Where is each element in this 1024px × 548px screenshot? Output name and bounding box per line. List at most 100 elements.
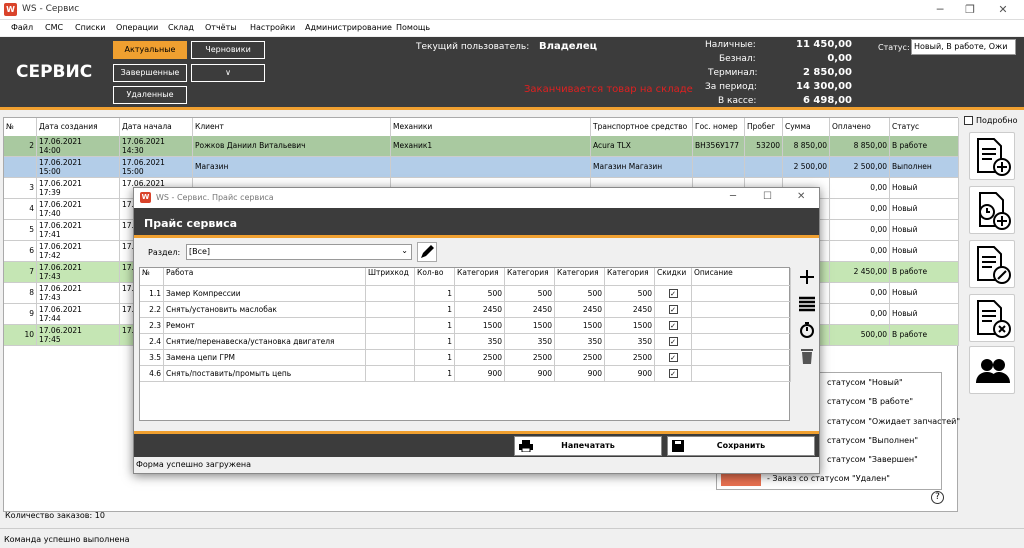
users-icon [976,359,1010,383]
cell-n: 3 [4,178,37,199]
menu-reports[interactable]: Отчёты [205,23,237,32]
table-row[interactable]: 17.06.2021 15:00 17.06.2021 15:00 Магазин Маг… [4,157,959,178]
cell-paid: 0,00 [830,283,890,304]
menu-file[interactable]: Файл [11,23,33,32]
cell-mileage [745,157,783,178]
column-header[interactable]: Дата начала [120,118,193,136]
time: 14:30 [122,146,144,155]
price-column-header[interactable]: Категория [505,268,555,286]
tab-completed[interactable]: Завершенные [113,64,187,82]
cell-vehicle: Магазин Магазин [591,157,693,178]
discount-checkbox[interactable]: ✓ [668,337,678,346]
menu-lists[interactable]: Списки [75,23,105,32]
time: 17:40 [39,209,61,218]
tab-deleted[interactable]: Удаленные [113,86,187,104]
add-price-item-button[interactable] [797,267,817,287]
discount-checkbox[interactable]: ✓ [668,289,678,298]
checkbox-box[interactable] [964,116,973,125]
price-column-header[interactable]: Кол-во [415,268,455,286]
dialog-maximize-icon[interactable]: ☐ [763,191,772,202]
price-cell-c4: 2500 [605,350,655,366]
menu-help[interactable]: Помощь [396,23,430,32]
column-header[interactable]: Гос. номер [693,118,745,136]
cell-status: В работе [890,136,959,157]
add-order-button[interactable] [969,132,1015,180]
tab-actual[interactable]: Актуальные [113,41,187,59]
timer-button[interactable] [797,320,817,340]
maximize-icon[interactable]: ❐ [955,2,985,18]
column-header[interactable]: Механики [391,118,591,136]
add-scheduled-order-button[interactable] [969,186,1015,234]
price-column-header[interactable]: Работа [164,268,366,286]
table-row[interactable]: 2 17.06.2021 14:00 17.06.2021 14:30 Рожков Да… [4,136,959,157]
menu-sms[interactable]: СМС [45,23,63,32]
column-header[interactable]: Клиент [193,118,391,136]
close-icon[interactable]: ✕ [988,2,1018,18]
price-cell-c1: 2450 [455,302,505,318]
discount-cell: ✓ [655,302,692,318]
column-header[interactable]: Статус [890,118,959,136]
help-icon[interactable]: ? [931,491,944,504]
current-user-label: Текущий пользователь: [416,42,530,52]
discount-checkbox[interactable]: ✓ [668,353,678,362]
column-header[interactable]: Пробег [745,118,783,136]
price-cell-n: 2.4 [140,334,164,350]
price-row[interactable]: 2.4 Снятие/перенавеска/установка двигател… [140,334,791,350]
price-column-header[interactable]: Категория [455,268,505,286]
price-table[interactable]: № Работа Штрихкод Кол-во Категория Категория К… [139,267,791,421]
price-cell-desc [692,286,791,302]
edit-section-button[interactable] [417,242,437,262]
clients-button[interactable] [969,346,1015,394]
time: 17:42 [39,251,61,260]
discount-checkbox[interactable]: ✓ [668,369,678,378]
price-column-header[interactable]: Описание [692,268,791,286]
price-column-header[interactable]: Категория [605,268,655,286]
discount-checkbox[interactable]: ✓ [668,305,678,314]
app-logo-icon: W [4,3,17,16]
section-select[interactable]: [Все] ⌄ [186,244,412,260]
price-row[interactable]: 3.5 Замена цепи ГРМ 1 2500 2500 2500 2500 ✓ [140,350,791,366]
details-checkbox[interactable]: Подробно [964,116,1017,125]
column-header[interactable]: № [4,118,37,136]
cell-status: Новый [890,178,959,199]
cell-status: Новый [890,304,959,325]
price-cell-c4: 2450 [605,302,655,318]
tab-drafts[interactable]: Черновики [191,41,265,59]
price-row[interactable]: 2.2 Снять/установить маслобак 1 2450 2450 245… [140,302,791,318]
cell-paid: 0,00 [830,304,890,325]
price-column-header[interactable]: Скидки [655,268,692,286]
price-cell-c2: 2500 [505,350,555,366]
price-row[interactable]: 1.1 Замер Компрессии 1 500 500 500 500 ✓ [140,286,791,302]
price-column-header[interactable]: Штрихкод [366,268,415,286]
window-title: WS - Сервис [22,4,80,14]
price-column-header[interactable]: № [140,268,164,286]
discount-checkbox[interactable]: ✓ [668,321,678,330]
column-header[interactable]: Транспортное средство [591,118,693,136]
column-header[interactable]: Оплачено [830,118,890,136]
edit-order-button[interactable] [969,240,1015,288]
price-row[interactable]: 4.6 Снять/поставить/промыть цепь 1 900 900 90… [140,366,791,382]
status-filter-select[interactable]: Новый, В работе, Ожи [911,39,1016,55]
column-header[interactable]: Дата создания [37,118,120,136]
delete-order-button[interactable] [969,294,1015,342]
dialog-close-icon[interactable]: ✕ [797,191,805,202]
menu-settings[interactable]: Настройки [250,23,295,32]
price-cell-work: Ремонт [164,318,366,334]
price-column-header[interactable]: Категория [555,268,605,286]
print-button[interactable]: Напечатать [514,436,662,456]
price-cell-desc [692,334,791,350]
doc-delete-icon [977,300,1011,338]
column-header[interactable]: Сумма [783,118,830,136]
minimize-icon[interactable]: ─ [925,2,955,18]
save-button[interactable]: Сохранить [667,436,815,456]
menu-operations[interactable]: Операции [116,23,158,32]
price-row[interactable]: 2.3 Ремонт 1 1500 1500 1500 1500 ✓ [140,318,791,334]
menu-warehouse[interactable]: Склад [168,23,194,32]
dialog-header-title: Прайс сервиса [144,217,238,230]
list-view-button[interactable] [797,294,817,314]
tab-more-dropdown[interactable]: ∨ [191,64,265,82]
dialog-minimize-icon[interactable]: ─ [730,191,736,202]
cell-n: 5 [4,220,37,241]
delete-price-item-button[interactable] [797,346,817,366]
menu-admin[interactable]: Администрирование [305,23,392,32]
